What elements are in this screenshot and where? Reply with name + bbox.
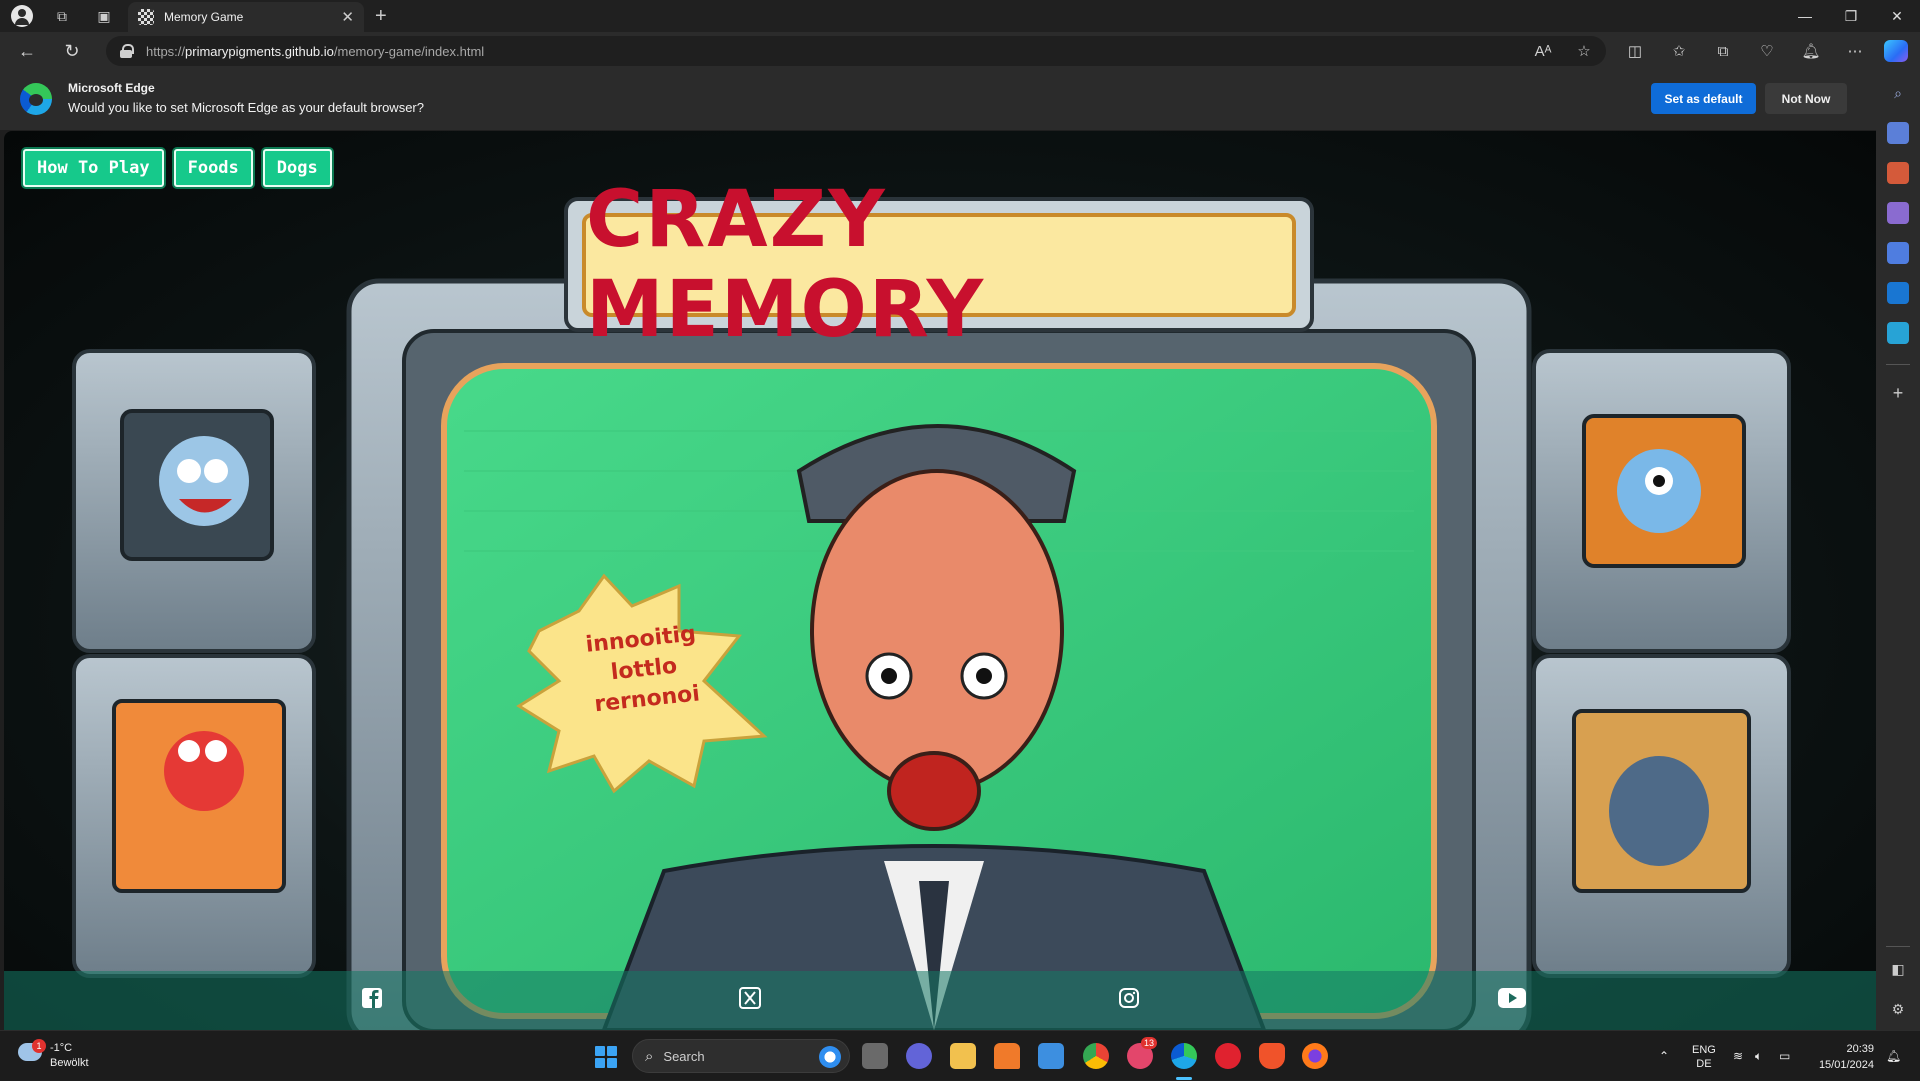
microsoft-365-icon[interactable] bbox=[1887, 242, 1909, 264]
tab-memory-game[interactable]: Memory Game ✕ bbox=[128, 2, 364, 32]
minimize-icon[interactable]: — bbox=[1782, 0, 1828, 32]
shopping-icon[interactable] bbox=[1887, 122, 1909, 144]
windows-taskbar: 1 -1°C Bewölkt ⌕ Search 13 ⌃ ENG DE ≋ 🔈︎… bbox=[0, 1030, 1920, 1080]
memory-game-favicon-icon bbox=[138, 9, 154, 25]
close-window-icon[interactable]: ✕ bbox=[1874, 0, 1920, 32]
web-page: CRAZY MEMORY innooitig lottlo rernonoi H… bbox=[4, 131, 1876, 1030]
hide-sidebar-icon[interactable]: ◧ bbox=[1887, 958, 1909, 980]
favorites-icon[interactable]: ✩ bbox=[1669, 41, 1689, 61]
favorite-star-icon[interactable]: ☆ bbox=[1574, 41, 1594, 61]
copilot-icon[interactable] bbox=[1884, 40, 1908, 62]
default-browser-notice: Microsoft Edge Would you like to set Mic… bbox=[0, 70, 1876, 130]
add-app-icon[interactable]: + bbox=[1887, 382, 1909, 404]
edge-sidebar: ⌕ + ◧ ⚙ bbox=[1876, 70, 1920, 1030]
refresh-icon[interactable]: ↻ bbox=[61, 40, 83, 62]
chrome-icon[interactable] bbox=[1083, 1043, 1109, 1069]
tools-icon[interactable] bbox=[1887, 162, 1909, 184]
clock-time: 20:39 bbox=[1846, 1043, 1874, 1055]
collections-icon[interactable]: ⧉ bbox=[1713, 41, 1733, 61]
browser-toolbar: ← ↻ https://primarypigments.github.io/me… bbox=[0, 32, 1920, 70]
notifications-icon[interactable]: 🔔︎ bbox=[1801, 41, 1821, 61]
games-icon[interactable] bbox=[1887, 202, 1909, 224]
bing-icon[interactable] bbox=[819, 1046, 841, 1068]
notepad-icon[interactable] bbox=[1038, 1043, 1064, 1069]
battery-icon[interactable]: ▭ bbox=[1779, 1031, 1790, 1081]
vlc-icon[interactable] bbox=[994, 1043, 1020, 1069]
how-to-play-button[interactable]: How To Play bbox=[23, 149, 164, 187]
instagram-icon[interactable] bbox=[1116, 985, 1142, 1011]
lang-top: ENG bbox=[1692, 1044, 1716, 1056]
new-tab-icon[interactable]: + bbox=[375, 5, 387, 28]
read-aloud-icon[interactable]: Aᴬ bbox=[1533, 41, 1553, 61]
search-icon: ⌕ bbox=[645, 1047, 654, 1065]
opera-icon[interactable] bbox=[1215, 1043, 1241, 1069]
restore-icon[interactable]: ❐ bbox=[1828, 0, 1874, 32]
game-title-panel: CRAZY MEMORY bbox=[582, 175, 1296, 355]
brave-icon[interactable] bbox=[1259, 1043, 1285, 1069]
game-title: CRAZY MEMORY bbox=[586, 175, 986, 355]
address-bar[interactable]: https://primarypigments.github.io/memory… bbox=[106, 36, 1606, 66]
notification-bell-icon[interactable]: 🔔︎ bbox=[1886, 1031, 1901, 1081]
speech-bubble: innooitig lottlo rernonoi bbox=[560, 617, 729, 723]
edge-taskbar-icon[interactable] bbox=[1171, 1043, 1197, 1069]
show-hidden-icons-chevron-icon[interactable]: ⌃ bbox=[1659, 1031, 1669, 1081]
notice-message: Would you like to set Microsoft Edge as … bbox=[68, 100, 424, 115]
app-badge: 13 bbox=[1141, 1037, 1158, 1049]
tab-actions-icon[interactable]: ▣ bbox=[94, 6, 114, 26]
firefox-icon[interactable] bbox=[1302, 1043, 1328, 1069]
title-bar: ⧉ ▣ Memory Game ✕ + — ❐ ✕ bbox=[0, 0, 1920, 32]
file-explorer-icon[interactable] bbox=[950, 1043, 976, 1069]
foods-button[interactable]: Foods bbox=[173, 149, 253, 187]
lang-bottom: DE bbox=[1696, 1058, 1712, 1070]
youtube-icon[interactable] bbox=[1497, 985, 1527, 1011]
workspaces-icon[interactable]: ⧉ bbox=[52, 6, 72, 26]
temperature: -1°C bbox=[50, 1042, 73, 1054]
outlook-icon[interactable] bbox=[1887, 282, 1909, 304]
profile-avatar[interactable] bbox=[11, 5, 33, 27]
notice-title: Microsoft Edge bbox=[68, 81, 155, 95]
search-icon[interactable]: ⌕ bbox=[1887, 82, 1909, 104]
dogs-button[interactable]: Dogs bbox=[262, 149, 332, 187]
clock-date: 15/01/2024 bbox=[1818, 1059, 1874, 1071]
url-text: https://primarypigments.github.io/memory… bbox=[146, 43, 485, 59]
back-icon[interactable]: ← bbox=[16, 40, 38, 62]
task-view-icon[interactable] bbox=[862, 1043, 888, 1069]
lock-icon bbox=[120, 44, 134, 58]
game-nav: How To Play Foods Dogs bbox=[23, 149, 332, 187]
volume-icon[interactable]: 🔈︎ bbox=[1755, 1031, 1762, 1081]
more-options-icon[interactable]: ⋯ bbox=[1845, 41, 1865, 61]
social-footer bbox=[4, 971, 1876, 1030]
drop-icon[interactable] bbox=[1887, 322, 1909, 344]
search-label: Search bbox=[663, 1048, 705, 1064]
x-icon[interactable] bbox=[737, 985, 763, 1011]
browser-essentials-icon[interactable]: ♡ bbox=[1757, 41, 1777, 61]
not-now-button[interactable]: Not Now bbox=[1765, 83, 1847, 114]
set-as-default-button[interactable]: Set as default bbox=[1651, 83, 1756, 114]
weather-condition: Bewölkt bbox=[50, 1057, 89, 1069]
close-tab-icon[interactable]: ✕ bbox=[341, 8, 354, 26]
weather-badge: 1 bbox=[32, 1039, 46, 1053]
wifi-icon[interactable]: ≋ bbox=[1733, 1031, 1743, 1081]
facebook-icon[interactable] bbox=[359, 985, 385, 1011]
language-indicator[interactable]: ENG DE bbox=[1692, 1043, 1716, 1071]
split-screen-icon[interactable]: ◫ bbox=[1625, 41, 1645, 61]
system-clock[interactable]: 20:39 15/01/2024 bbox=[1802, 1041, 1874, 1073]
teams-chat-icon[interactable] bbox=[906, 1043, 932, 1069]
settings-gear-icon[interactable]: ⚙ bbox=[1887, 998, 1909, 1020]
taskbar-search[interactable]: ⌕ Search bbox=[632, 1039, 850, 1073]
edge-logo-icon bbox=[20, 83, 52, 115]
tab-title: Memory Game bbox=[164, 10, 244, 24]
start-windows-icon[interactable] bbox=[595, 1046, 617, 1068]
